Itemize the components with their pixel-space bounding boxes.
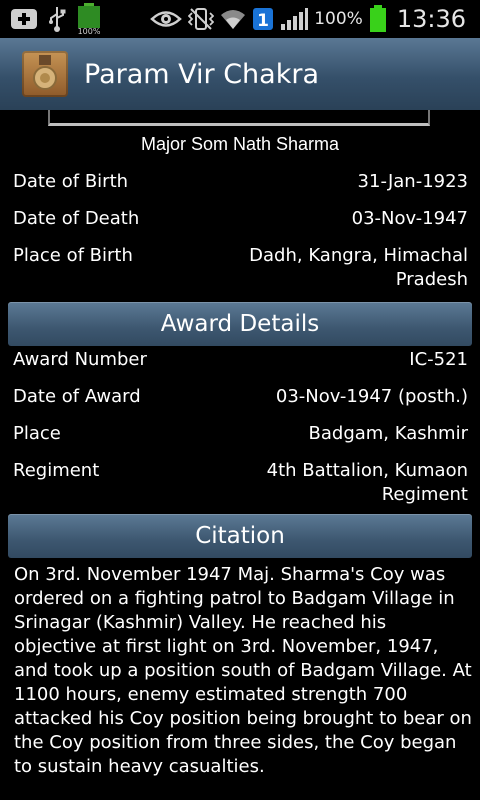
notification-count: 1 xyxy=(257,11,269,31)
signal-icon xyxy=(280,7,309,31)
vibrate-icon xyxy=(188,7,215,31)
action-bar: Param Vir Chakra xyxy=(0,38,480,110)
row-value: 4th Battalion, Kumaon Regiment xyxy=(266,460,468,505)
row-value: IC-521 xyxy=(409,349,468,370)
row-label: Award Number xyxy=(13,349,147,370)
wifi-icon xyxy=(220,7,246,31)
detail-row-date-of-birth: Date of Birth 31-Jan-1923 xyxy=(13,170,468,194)
badge-icon: 1 xyxy=(252,7,274,31)
row-value: 31-Jan-1923 xyxy=(357,171,468,192)
detail-row-place: Place Badgam, Kashmir xyxy=(13,422,468,446)
detail-row-date-of-award: Date of Award 03-Nov-1947 (posth.) xyxy=(13,385,468,409)
row-value: Badgam, Kashmir xyxy=(308,423,468,444)
battery-icon xyxy=(369,5,387,33)
citation-text: On 3rd. November 1947 Maj. Sharma's Coy … xyxy=(14,564,472,777)
row-label: Date of Death xyxy=(13,208,140,229)
status-bar: 100% 1 100% 13:36 xyxy=(0,0,480,38)
medal-icon[interactable] xyxy=(22,51,68,97)
app-title: Param Vir Chakra xyxy=(84,58,319,90)
add-icon xyxy=(10,7,38,31)
battery-notification-icon: 100% xyxy=(76,3,102,35)
section-title: Citation xyxy=(195,523,285,549)
row-label: Place xyxy=(13,423,61,444)
battery-small-label: 100% xyxy=(78,27,101,35)
row-label: Place of Birth xyxy=(13,245,133,266)
battery-percent: 100% xyxy=(314,9,363,29)
detail-row-regiment: Regiment 4th Battalion, Kumaon Regiment xyxy=(13,459,468,507)
detail-row-place-of-birth: Place of Birth Dadh, Kangra, Himachal Pr… xyxy=(13,244,468,292)
row-value: 03-Nov-1947 (posth.) xyxy=(275,386,468,407)
row-label: Regiment xyxy=(13,460,100,481)
section-title: Award Details xyxy=(160,311,320,337)
person-name: Major Som Nath Sharma xyxy=(140,134,340,154)
row-value: Dadh, Kangra, Himachal Pradesh xyxy=(249,245,468,290)
detail-row-award-number: Award Number IC-521 xyxy=(13,348,468,372)
award-details-header: Award Details xyxy=(8,302,472,346)
row-value: 03-Nov-1947 xyxy=(351,208,468,229)
eye-icon xyxy=(150,8,183,30)
clock: 13:36 xyxy=(396,5,466,33)
detail-row-date-of-death: Date of Death 03-Nov-1947 xyxy=(13,207,468,231)
citation-header: Citation xyxy=(8,514,472,558)
row-label: Date of Birth xyxy=(13,171,129,192)
portrait-image xyxy=(48,110,430,126)
row-label: Date of Award xyxy=(13,386,141,407)
usb-icon xyxy=(48,6,66,32)
